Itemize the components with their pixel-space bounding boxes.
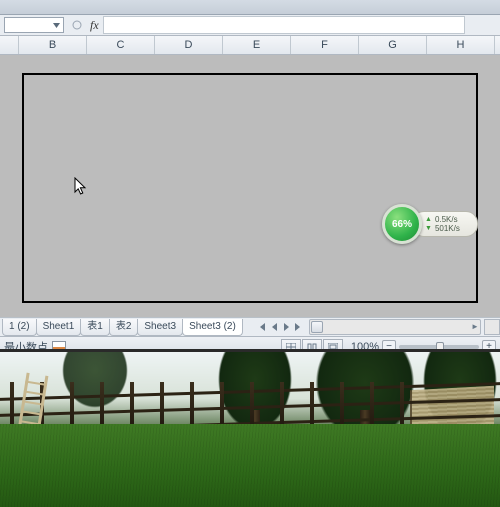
sheet-tab[interactable]: 表2 xyxy=(109,319,139,336)
download-speed: 501K/s xyxy=(435,224,460,233)
sheet-tabs: 1 (2) Sheet1 表1 表2 Sheet3 Sheet3 (2) xyxy=(0,319,254,336)
excel-window: fx B C D E F G H 66% ▲0.5K/s ▼501K/s 1 (… xyxy=(0,0,500,507)
tab-nav-prev-icon[interactable] xyxy=(269,322,279,332)
sheet-tab[interactable]: 1 (2) xyxy=(2,319,37,336)
sheet-tab-bar: 1 (2) Sheet1 表1 表2 Sheet3 Sheet3 (2) ◄ ► xyxy=(0,317,500,336)
column-header-row: B C D E F G H xyxy=(0,36,500,55)
upload-icon: ▲ xyxy=(425,215,432,224)
sheet-tab[interactable]: 表1 xyxy=(80,319,110,336)
column-header[interactable]: B xyxy=(19,36,87,54)
select-all-corner[interactable] xyxy=(0,36,19,54)
formula-input[interactable] xyxy=(103,16,465,34)
sheet-tab[interactable]: Sheet3 (2) xyxy=(182,319,243,336)
tab-nav-group xyxy=(254,322,306,332)
column-header[interactable]: F xyxy=(291,36,359,54)
tab-nav-first-icon[interactable] xyxy=(257,322,267,332)
cancel-formula-button[interactable] xyxy=(68,17,86,33)
sheet-tab[interactable]: Sheet3 xyxy=(137,319,183,336)
formula-bar-row: fx xyxy=(0,15,500,36)
fx-label[interactable]: fx xyxy=(90,18,99,33)
column-header[interactable]: H xyxy=(427,36,495,54)
ribbon-strip xyxy=(0,0,500,15)
embedded-object-frame[interactable] xyxy=(22,73,478,303)
column-header[interactable]: G xyxy=(359,36,427,54)
tab-nav-next-icon[interactable] xyxy=(281,322,291,332)
horizontal-scrollbar[interactable]: ◄ ► xyxy=(309,319,481,335)
column-header[interactable]: D xyxy=(155,36,223,54)
worksheet-area[interactable]: 66% ▲0.5K/s ▼501K/s xyxy=(0,55,500,317)
upload-speed: 0.5K/s xyxy=(435,215,458,224)
scroll-right-icon[interactable]: ► xyxy=(469,320,481,332)
download-icon: ▼ xyxy=(425,224,432,233)
scroll-thumb[interactable] xyxy=(311,321,323,333)
tab-nav-last-icon[interactable] xyxy=(293,322,303,332)
name-box[interactable] xyxy=(4,17,64,33)
column-header[interactable]: C xyxy=(87,36,155,54)
desktop-wallpaper xyxy=(0,352,500,507)
network-speed-widget[interactable]: 66% ▲0.5K/s ▼501K/s xyxy=(382,209,478,239)
sheet-tab[interactable]: Sheet1 xyxy=(36,319,82,336)
scrollbar-corner xyxy=(484,319,500,335)
chevron-down-icon[interactable] xyxy=(53,19,60,31)
speed-percent-value: 66% xyxy=(392,219,412,230)
speed-percent-badge: 66% xyxy=(382,204,422,244)
column-header[interactable]: E xyxy=(223,36,291,54)
